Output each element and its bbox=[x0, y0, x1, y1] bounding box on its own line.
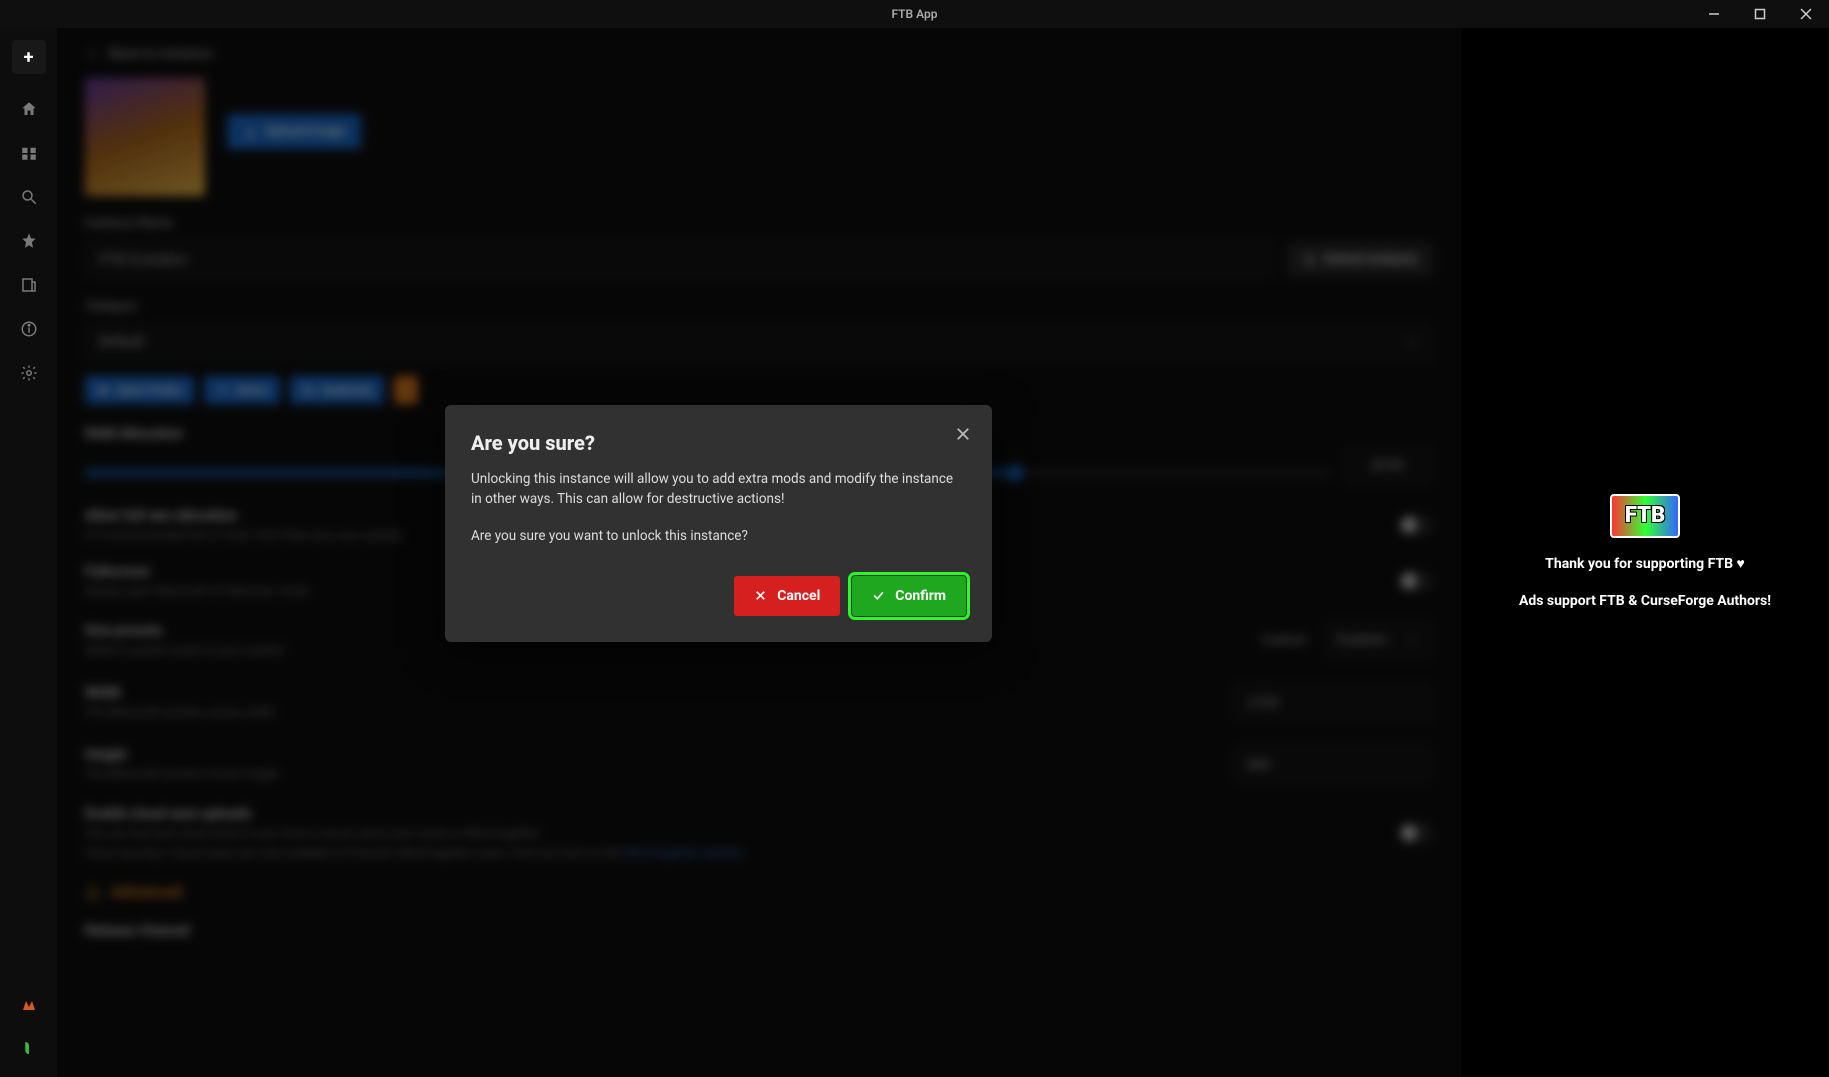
news-icon[interactable] bbox=[20, 276, 38, 294]
sidebar: + bbox=[0, 28, 57, 1077]
category-label: Category bbox=[85, 299, 1433, 314]
home-icon[interactable] bbox=[20, 100, 38, 118]
advanced-header[interactable]: Advanced bbox=[85, 882, 1433, 901]
fullscreen-title: Fullscreen bbox=[85, 564, 309, 580]
open-folder-button[interactable]: Open Folder bbox=[85, 376, 194, 404]
minetogether-link[interactable]: MineTogether website bbox=[624, 846, 742, 860]
back-label: Back to instance bbox=[109, 46, 212, 62]
duplicate-label: Duplicate bbox=[322, 383, 373, 397]
chevron-down-icon bbox=[1407, 634, 1419, 646]
ftb-logo: FTB bbox=[1610, 494, 1680, 538]
full-ram-title: Allow full ram allocation bbox=[85, 508, 403, 524]
upload-image-button[interactable]: Upload image bbox=[227, 114, 361, 149]
full-ram-desc: It is recommended this is never more tha… bbox=[85, 528, 403, 542]
minimize-icon bbox=[1708, 8, 1720, 20]
size-preset-select[interactable]: Custom bbox=[1323, 620, 1433, 660]
modal-body-1: Unlocking this instance will allow you t… bbox=[471, 469, 966, 510]
fullscreen-desc: Always open Minecraft at fullscreen mode bbox=[85, 584, 309, 598]
modal-confirm-button[interactable]: Confirm bbox=[852, 576, 966, 616]
modal-title: Are you sure? bbox=[471, 431, 966, 455]
confirm-unlock-modal: Are you sure? Unlocking this instance wi… bbox=[445, 405, 992, 642]
share-icon bbox=[216, 384, 228, 396]
height-title: Height bbox=[85, 747, 278, 763]
modal-cancel-label: Cancel bbox=[777, 588, 820, 604]
ram-value[interactable]: 8192 bbox=[1343, 446, 1433, 486]
maximize-icon bbox=[1754, 8, 1766, 20]
folder-icon bbox=[97, 384, 109, 396]
share-label: Share bbox=[236, 383, 267, 397]
titlebar-title: FTB App bbox=[891, 7, 937, 21]
close-icon bbox=[954, 425, 972, 443]
modal-body-2: Are you sure you want to unlock this ins… bbox=[471, 526, 966, 546]
category-select[interactable]: Default bbox=[85, 322, 1433, 362]
category-value: Default bbox=[99, 334, 144, 350]
cloud-saves-toggle[interactable] bbox=[1399, 823, 1433, 843]
warning-icon bbox=[85, 884, 101, 900]
advanced-label: Advanced bbox=[111, 882, 182, 901]
height-desc: The Minecraft window screen height bbox=[85, 767, 278, 781]
promo-pane: FTB Thank you for supporting FTB ♥ Ads s… bbox=[1461, 28, 1829, 1077]
modal-confirm-label: Confirm bbox=[895, 588, 946, 604]
release-channel-label: Release Channel bbox=[85, 923, 1433, 939]
size-preset-desc: Select a preset screen to your system bbox=[85, 643, 284, 657]
duplicate-button[interactable]: Duplicate bbox=[290, 376, 385, 404]
fullscreen-toggle[interactable] bbox=[1399, 571, 1433, 591]
back-to-instance[interactable]: Back to instance bbox=[85, 46, 1433, 62]
check-icon bbox=[872, 589, 885, 602]
chevron-down-icon bbox=[1405, 335, 1419, 349]
chevron-left-icon bbox=[85, 47, 99, 61]
library-icon[interactable] bbox=[20, 144, 38, 162]
height-input[interactable] bbox=[1233, 744, 1433, 784]
support-icon[interactable] bbox=[20, 1039, 38, 1057]
search-icon[interactable] bbox=[20, 188, 38, 206]
instance-name-label: Instance Name bbox=[85, 216, 1433, 231]
window-close-button[interactable] bbox=[1783, 0, 1829, 28]
close-icon bbox=[1800, 8, 1812, 20]
unlock-instance-button[interactable]: Unlock Instance bbox=[1287, 242, 1433, 277]
promo-line-1: Thank you for supporting FTB ♥ bbox=[1545, 554, 1745, 575]
extra-action-button[interactable] bbox=[394, 376, 418, 404]
upload-icon bbox=[243, 125, 257, 139]
size-preset-label: Custom bbox=[1262, 633, 1307, 648]
copy-icon bbox=[302, 384, 314, 396]
settings-icon[interactable] bbox=[20, 364, 38, 382]
instance-name-input[interactable] bbox=[85, 239, 1275, 279]
cloud-saves-title: Enable cloud save uploads bbox=[85, 806, 743, 822]
modal-cancel-button[interactable]: Cancel bbox=[734, 576, 840, 616]
share-button[interactable]: Share bbox=[204, 376, 279, 404]
full-ram-toggle[interactable] bbox=[1399, 515, 1433, 535]
star-icon[interactable] bbox=[20, 232, 38, 250]
cloud-saves-warning: Cloud syncing / Cloud saves are only ava… bbox=[85, 846, 624, 860]
cloud-saves-desc: You can use your cloud saves if your mod… bbox=[85, 826, 743, 840]
close-icon bbox=[754, 589, 767, 602]
size-preset-title: Size presets bbox=[85, 623, 284, 639]
width-input[interactable] bbox=[1233, 682, 1433, 722]
size-preset-value: Custom bbox=[1337, 632, 1386, 648]
window-minimize-button[interactable] bbox=[1691, 0, 1737, 28]
titlebar: FTB App bbox=[0, 0, 1829, 28]
width-desc: The Minecraft window screen width bbox=[85, 705, 274, 719]
unlock-instance-label: Unlock Instance bbox=[1324, 252, 1417, 267]
window-maximize-button[interactable] bbox=[1737, 0, 1783, 28]
open-folder-label: Open Folder bbox=[117, 383, 182, 397]
upload-image-label: Upload image bbox=[265, 124, 345, 139]
width-title: Width bbox=[85, 685, 274, 701]
add-instance-button[interactable]: + bbox=[12, 40, 46, 74]
info-icon[interactable] bbox=[20, 320, 38, 338]
minetogether-icon[interactable] bbox=[20, 995, 38, 1013]
promo-line-2: Ads support FTB & CurseForge Authors! bbox=[1519, 591, 1771, 612]
instance-cover bbox=[85, 78, 205, 196]
modal-close-button[interactable] bbox=[954, 425, 972, 447]
lock-icon bbox=[1303, 253, 1316, 266]
